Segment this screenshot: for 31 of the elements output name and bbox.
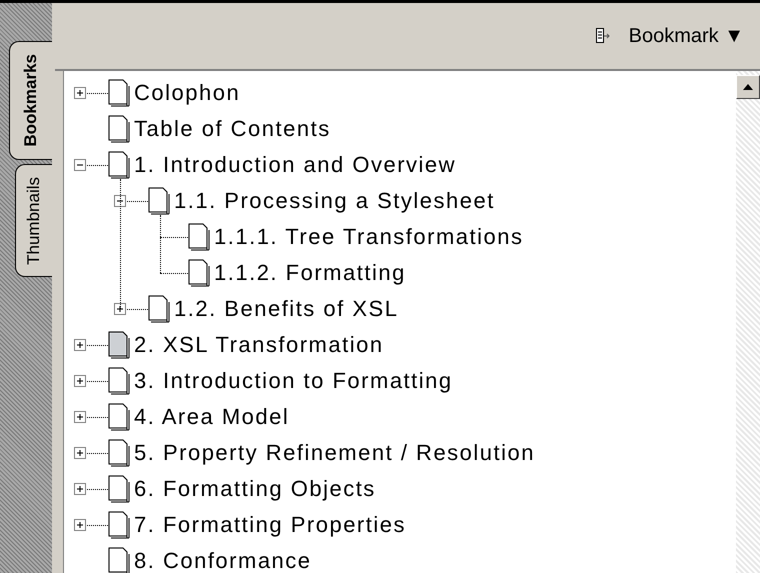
bookmark-item[interactable]: 4. Area Model xyxy=(134,404,290,430)
expand-icon[interactable] xyxy=(74,339,86,351)
expand-icon[interactable] xyxy=(114,303,126,315)
expand-icon[interactable] xyxy=(74,447,86,459)
page-arrow-icon[interactable] xyxy=(594,27,611,45)
bookmark-item[interactable]: 1.2. Benefits of XSL xyxy=(174,296,398,322)
scrollbar[interactable] xyxy=(736,71,760,573)
bookmark-item[interactable]: 1.1.2. Formatting xyxy=(214,260,406,286)
bookmark-item[interactable]: 1. Introduction and Overview xyxy=(134,152,456,178)
bookmark-item[interactable]: Table of Contents xyxy=(134,116,331,142)
bookmark-item[interactable]: 6. Formatting Objects xyxy=(134,476,376,502)
up-arrow-icon xyxy=(743,84,753,90)
bookmark-menu-button[interactable]: Bookmark ▼ xyxy=(624,22,748,50)
bookmark-item[interactable]: 3. Introduction to Formatting xyxy=(134,368,453,394)
bookmark-item[interactable]: 2. XSL Transformation xyxy=(134,332,384,358)
bookmark-item[interactable]: 5. Property Refinement / Resolution xyxy=(134,440,536,466)
collapse-icon[interactable] xyxy=(114,195,126,207)
expand-icon[interactable] xyxy=(74,519,86,531)
expand-icon[interactable] xyxy=(74,411,86,423)
bookmark-item[interactable]: 1.1. Processing a Stylesheet xyxy=(174,188,495,214)
side-tab[interactable]: Thumbnails xyxy=(15,164,52,278)
bookmark-item[interactable]: 8. Conformance xyxy=(134,548,312,573)
expand-icon[interactable] xyxy=(74,87,86,99)
bookmark-item[interactable]: Colophon xyxy=(134,80,240,106)
bookmark-item[interactable]: 7. Formatting Properties xyxy=(134,512,406,538)
side-tab[interactable]: Bookmarks xyxy=(9,41,52,160)
bookmark-item[interactable]: 1.1.1. Tree Transformations xyxy=(214,224,524,250)
expand-icon[interactable] xyxy=(74,375,86,387)
scroll-up-button[interactable] xyxy=(736,75,760,99)
expand-icon[interactable] xyxy=(74,483,86,495)
collapse-icon[interactable] xyxy=(74,159,86,171)
